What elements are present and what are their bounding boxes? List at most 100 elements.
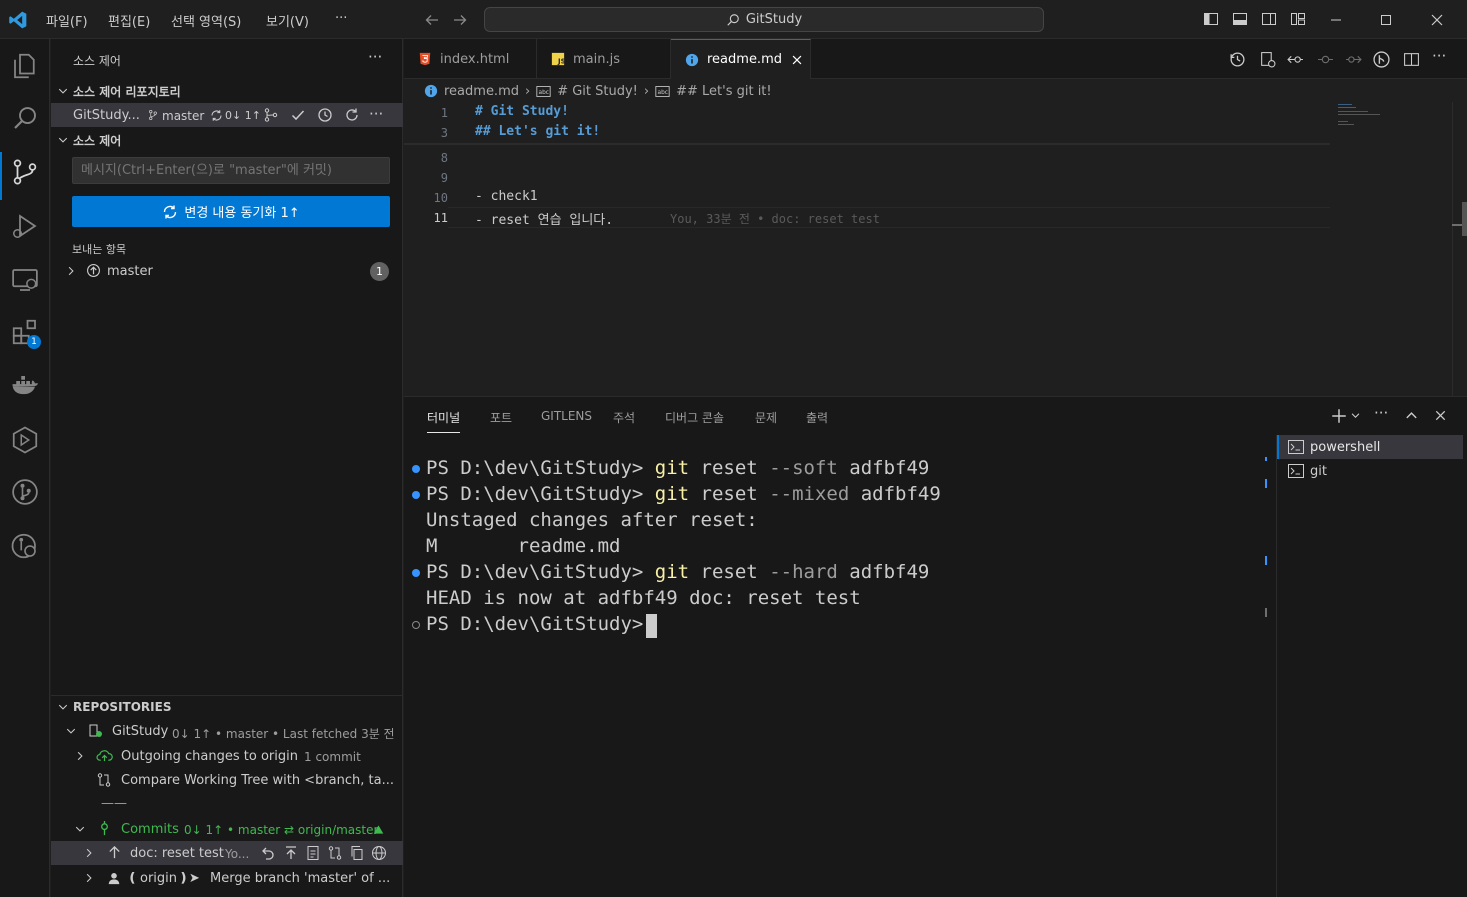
close-window-icon[interactable]	[1429, 12, 1445, 28]
chevron-down-icon[interactable]	[1350, 410, 1361, 421]
maximize-panel-icon[interactable]	[1404, 408, 1419, 423]
previous-revision-icon[interactable]	[1287, 51, 1304, 68]
gitlens-commit-icon[interactable]	[1373, 51, 1390, 68]
panel-tab-terminal[interactable]: 터미널	[427, 409, 461, 433]
file-history-icon[interactable]	[1229, 51, 1246, 68]
sidebar-more-button[interactable]: ···	[368, 48, 382, 66]
scrollbar-track[interactable]	[1452, 102, 1453, 396]
menu-selection[interactable]: 선택 영역(S)	[171, 11, 241, 30]
panel-more-button[interactable]: ···	[1374, 404, 1388, 422]
revision-icon[interactable]	[1317, 51, 1334, 68]
globe-icon[interactable]	[371, 845, 387, 861]
menu-edit[interactable]: 편집(E)	[108, 11, 150, 30]
code-line-10[interactable]: - check1	[475, 189, 538, 204]
chevron-down-icon[interactable]	[74, 823, 86, 835]
copy-icon[interactable]	[349, 845, 365, 861]
merge-commit-message[interactable]: Merge branch 'master' of ...	[210, 871, 390, 886]
chevron-right-icon[interactable]	[83, 847, 95, 859]
new-terminal-icon[interactable]	[1330, 407, 1348, 425]
commit-message[interactable]: doc: reset test	[130, 846, 224, 861]
command-success-dot[interactable]	[412, 465, 420, 473]
gitlens-inspect-icon[interactable]	[10, 531, 40, 561]
commit-details-icon[interactable]	[305, 845, 321, 861]
close-panel-icon[interactable]	[1433, 408, 1448, 423]
menu-file[interactable]: 파일(F)	[46, 11, 88, 30]
repo-branch[interactable]: master	[162, 109, 204, 123]
gitlens-icon[interactable]	[10, 477, 40, 507]
repositories-header[interactable]: REPOSITORIES	[73, 700, 171, 714]
chevron-down-icon[interactable]	[65, 725, 77, 737]
push-icon[interactable]	[283, 845, 299, 861]
command-success-dot[interactable]	[412, 569, 420, 577]
breadcrumb-file[interactable]: readme.md	[444, 84, 519, 99]
origin-tag[interactable]: origin	[140, 871, 177, 886]
outgoing-branch[interactable]: master	[107, 264, 153, 279]
undo-icon[interactable]	[260, 845, 276, 861]
refresh-icon[interactable]	[344, 107, 360, 123]
source-control-icon[interactable]	[10, 157, 40, 187]
history-icon[interactable]	[317, 107, 333, 123]
minimap[interactable]	[1336, 102, 1386, 132]
sync-changes-button[interactable]: 변경 내용 동기화 1↑	[72, 196, 390, 227]
terminal-prompt-line[interactable]: PS D:\dev\GitStudy>	[426, 613, 655, 635]
breadcrumb-h2[interactable]: ## Let's git it!	[676, 84, 772, 99]
panel-tab-gitlens[interactable]: GITLENS	[541, 409, 592, 423]
panel-tab-ports[interactable]: 포트	[490, 409, 512, 426]
next-revision-icon[interactable]	[1345, 51, 1362, 68]
scrollbar-thumb[interactable]	[1462, 202, 1467, 236]
chevron-right-icon[interactable]	[74, 750, 86, 762]
gitstudy-repo[interactable]: GitStudy	[112, 724, 168, 739]
explorer-icon[interactable]	[10, 51, 40, 81]
editor-more-button[interactable]: ···	[1432, 47, 1446, 65]
panel-tab-problems[interactable]: 문제	[755, 409, 777, 426]
nav-forward-icon[interactable]	[452, 12, 468, 28]
terminal-name[interactable]: git	[1310, 464, 1327, 479]
graph-icon[interactable]	[263, 107, 279, 123]
compare-commit-icon[interactable]	[327, 845, 343, 861]
chevron-down-icon[interactable]	[57, 85, 69, 97]
toggle-sidebar-icon[interactable]	[1203, 11, 1219, 27]
chevron-down-icon[interactable]	[57, 701, 69, 713]
customize-layout-icon[interactable]	[1290, 11, 1306, 27]
toggle-panel-icon[interactable]	[1232, 11, 1248, 27]
tab-readme-md[interactable]: readme.md	[671, 39, 811, 79]
editor-area[interactable]	[404, 102, 1467, 396]
hexagon-extension-icon[interactable]	[10, 425, 40, 455]
split-editor-icon[interactable]	[1403, 51, 1420, 68]
source-control-section-header[interactable]: 소스 제어	[73, 132, 121, 149]
search-view-icon[interactable]	[10, 103, 40, 133]
command-success-dot[interactable]	[412, 491, 420, 499]
terminal-icon[interactable]	[1288, 464, 1304, 478]
command-center-search[interactable]: GitStudy	[484, 7, 1044, 32]
outgoing-changes[interactable]: Outgoing changes to origin	[121, 749, 298, 764]
menu-more[interactable]: ···	[335, 11, 347, 26]
docker-icon[interactable]	[10, 371, 40, 401]
chevron-down-icon[interactable]	[57, 134, 69, 146]
repo-sync-count[interactable]: 0↓ 1↑	[225, 109, 261, 122]
panel-tab-output[interactable]: 출력	[806, 409, 828, 426]
repos-section-header[interactable]: 소스 제어 리포지토리	[73, 83, 181, 100]
maximize-icon[interactable]	[1378, 12, 1394, 28]
minimize-icon[interactable]	[1328, 12, 1344, 28]
breadcrumb-h1[interactable]: # Git Study!	[557, 84, 638, 99]
nav-back-icon[interactable]	[424, 12, 440, 28]
menu-view[interactable]: 보기(V)	[266, 11, 309, 30]
run-debug-icon[interactable]	[10, 211, 40, 241]
code-line-1[interactable]: # Git Study!	[475, 104, 569, 119]
terminal-output[interactable]	[404, 436, 1264, 897]
chevron-right-icon[interactable]	[83, 872, 95, 884]
code-line-3[interactable]: ## Let's git it!	[475, 124, 600, 139]
close-tab-icon[interactable]	[790, 53, 804, 67]
chevron-right-icon[interactable]	[65, 265, 77, 277]
compare-working-tree[interactable]: Compare Working Tree with <branch, ta...	[121, 773, 394, 788]
panel-tab-comments[interactable]: 주석	[613, 409, 635, 426]
panel-tab-debug-console[interactable]: 디버그 콘솔	[665, 409, 724, 426]
commit-message-input[interactable]	[72, 157, 390, 184]
tab-main-js[interactable]: JS main.js	[537, 39, 671, 79]
tab-index-html[interactable]: index.html	[404, 39, 537, 79]
toggle-secondary-sidebar-icon[interactable]	[1261, 11, 1277, 27]
code-line-11[interactable]: - reset 연습 입니다.	[475, 209, 613, 228]
open-changes-icon[interactable]	[1259, 51, 1276, 68]
remote-explorer-icon[interactable]	[10, 265, 40, 295]
commit-check-icon[interactable]	[290, 107, 306, 123]
